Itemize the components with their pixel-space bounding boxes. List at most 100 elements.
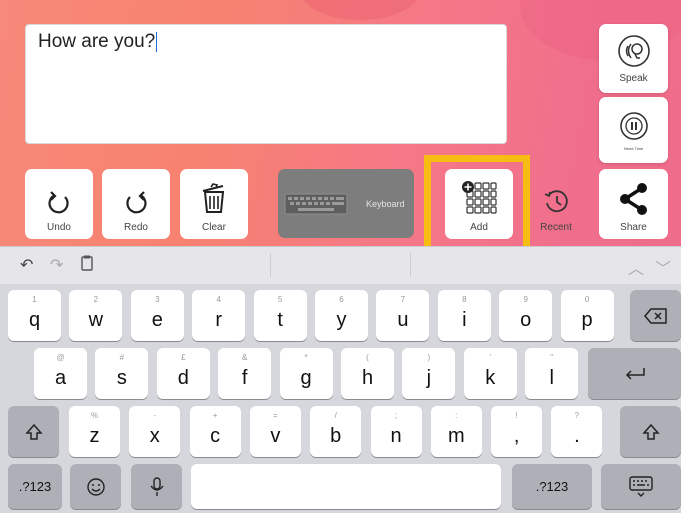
key-j[interactable]: ) j [402,348,456,399]
key-alt-character: # [119,353,125,362]
chevron-up-icon[interactable]: ︿ [628,255,644,279]
recent-label: Recent [540,222,572,233]
chevron-down-icon[interactable]: ﹀ [655,255,671,279]
key-character: s [116,367,127,389]
key-character: , [513,425,520,447]
key-b[interactable]: / b [310,406,362,457]
key-comma[interactable]: !, [491,406,543,457]
key-alt-character: 5 [277,295,283,304]
clipboard-icon [81,255,93,271]
redo-icon[interactable]: ↷ [50,255,63,275]
key-n[interactable]: ; n [370,406,422,457]
undo-icon [48,191,69,214]
paste-icon[interactable] [80,255,94,276]
undo-icon[interactable]: ↶ [20,255,33,275]
key-q[interactable]: 1q [8,290,61,341]
redo-button[interactable]: Redo [102,169,170,239]
key-alt-character: 2 [93,295,99,304]
text-cursor [156,31,158,52]
keyboard-hide-icon [629,475,653,497]
keyboard-button[interactable]: Keyboard [278,169,414,238]
key-h[interactable]: (h [341,348,394,399]
return-icon [625,367,645,380]
key-character: t [277,309,283,331]
key-alt-character: 6 [339,295,344,304]
shift-key-left[interactable] [8,406,59,457]
redo-label: Redo [124,222,148,233]
key-i[interactable]: 8i [437,290,491,341]
key-t[interactable]: 5t [253,290,307,341]
key-x[interactable]: -x [129,406,181,457]
backspace-icon [643,307,667,324]
key-character: c [210,425,221,447]
return-key[interactable] [588,348,681,399]
share-button[interactable]: Share [599,169,668,239]
backspace-key[interactable] [630,290,681,341]
key-y[interactable]: 6y [315,290,368,341]
key-alt-character: ' [489,353,492,362]
toolbar-divider [410,253,411,277]
key-alt-character: " [550,353,554,362]
numbers-key-right[interactable]: .?123 [512,464,592,509]
key-character: . [574,425,580,447]
key-alt-character: : [455,411,458,420]
add-button[interactable]: Add [445,169,513,239]
key-character: g [300,367,312,389]
key-character: x [149,425,160,447]
shift-key-right[interactable] [620,406,681,457]
key-w[interactable]: 2w [69,290,123,341]
key-alt-character: 9 [523,295,528,304]
dictation-key[interactable] [131,464,182,509]
recent-button[interactable]: Recent [522,169,590,239]
key-character: q [28,309,41,331]
key-alt-character: % [90,411,99,420]
numbers-key-label: .?123 [535,479,569,494]
key-c[interactable]: + c [189,406,241,457]
keyboard-label: Keyboard [366,198,405,209]
key-alt-character: @ [56,353,65,362]
trash-icon [202,183,225,213]
key-z[interactable]: % z [69,406,120,457]
dismiss-keyboard-key[interactable] [601,464,681,509]
key-m[interactable]: :m [430,406,482,457]
key-u[interactable]: 7u [376,290,430,341]
key-r[interactable]: 4r [192,290,246,341]
key-character: n [390,425,402,447]
key-l[interactable]: " l [525,348,579,399]
key-character: y [336,309,347,331]
key-character: f [241,367,248,389]
undo-button[interactable]: Undo [25,169,93,239]
numbers-key-left[interactable]: .?123 [8,464,62,509]
key-alt-character: 0 [584,295,590,304]
key-character: j [426,367,432,389]
add-grid-icon [462,181,497,214]
key-o[interactable]: 9o [499,290,553,341]
key-character: w [88,309,104,331]
key-g[interactable]: * g [279,348,333,399]
key-period[interactable]: ?. [551,406,603,457]
redo-icon [126,191,147,214]
speak-label: Speak [619,73,648,84]
key-character: u [397,309,409,331]
key-character: b [330,425,342,447]
key-v[interactable]: = v [249,406,301,457]
emoji-key[interactable] [70,464,121,509]
key-f[interactable]: & f [218,348,272,399]
key-character: r [215,309,223,331]
key-d[interactable]: £ d [156,348,210,399]
microphone-icon [149,476,164,496]
key-s[interactable]: # s [95,348,149,399]
key-p[interactable]: 0p [560,290,614,341]
onscreen-keyboard: 1q2w3e4r5t6y7u8i9o0p @ a # s £ d & f * g(h) j ' k " l … [0,284,681,513]
key-a[interactable]: @ a [34,348,87,399]
need-time-button[interactable]: Need Time [599,97,668,163]
speak-button[interactable]: Speak [599,24,668,93]
key-character: d [177,367,189,389]
clear-button[interactable]: Clear [180,169,248,239]
history-icon [544,190,568,213]
space-bar[interactable] [191,464,501,509]
key-e[interactable]: 3e [130,290,184,341]
key-k[interactable]: ' k [463,348,517,399]
message-text-box[interactable]: How are you? [25,24,507,144]
key-character: m [447,425,465,447]
